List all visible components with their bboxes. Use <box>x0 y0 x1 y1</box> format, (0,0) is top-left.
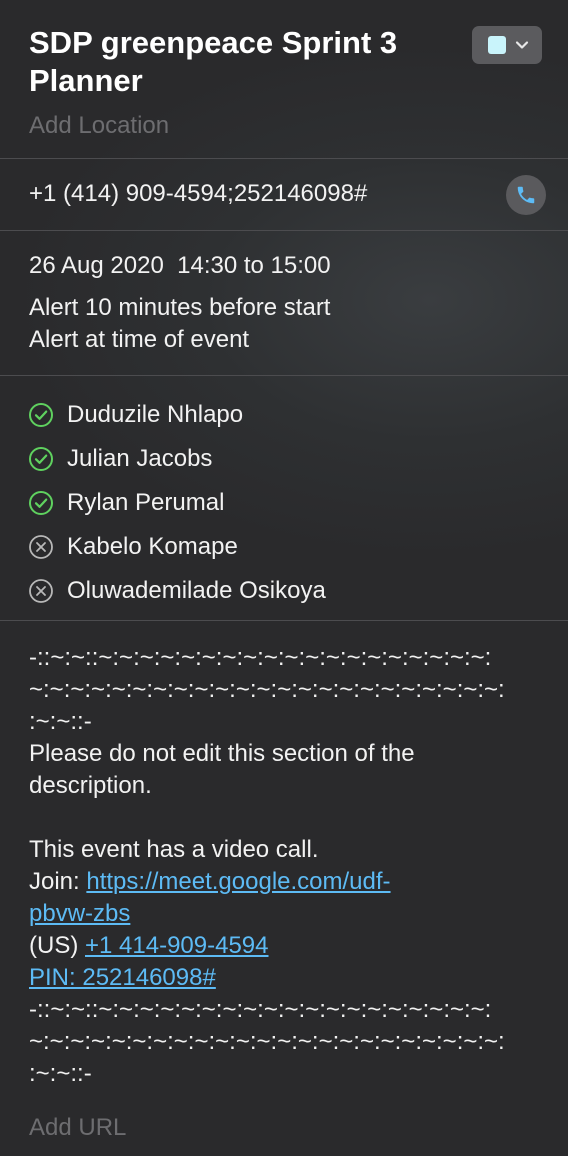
join-label: Join: <box>29 868 87 895</box>
add-url-field[interactable]: Add URL <box>29 1114 126 1142</box>
notes-warning: Please do not edit this section of the <box>29 740 415 767</box>
alert-item: Alert at time of event <box>29 326 250 353</box>
separator-line: :~:~::- <box>29 708 92 735</box>
check-circle-icon <box>29 491 53 515</box>
video-call-notice: This event has a video call. <box>29 836 319 863</box>
divider <box>0 620 568 621</box>
meet-link[interactable]: https://meet.google.com/udf- <box>86 868 390 895</box>
separator-line: -::~:~::~:~:~:~:~:~:~:~:~:~:~:~:~:~:~:~:… <box>29 996 492 1023</box>
call-button[interactable] <box>506 175 546 215</box>
phone-icon <box>517 186 535 204</box>
attendee-name: Oluwademilade Osikoya <box>67 577 326 604</box>
event-title-line-2: Planner <box>29 63 143 98</box>
calendar-color-picker[interactable] <box>472 26 542 64</box>
conference-phone-number[interactable]: +1 (414) 909-4594;252146098# <box>29 180 367 208</box>
meet-link[interactable]: pbvw-zbs <box>29 900 130 927</box>
event-title-line-1: SDP greenpeace Sprint 3 <box>29 25 398 60</box>
event-title[interactable]: SDP greenpeace Sprint 3 Planner <box>29 24 459 100</box>
chevron-down-icon <box>515 41 529 49</box>
attendee-item[interactable]: Duduzile Nhlapo <box>28 393 326 437</box>
pin-link[interactable]: PIN: 252146098# <box>29 964 216 991</box>
x-circle-icon <box>29 579 53 603</box>
event-schedule[interactable]: 26 Aug 2020 14:30 to 15:00 Alert 10 minu… <box>29 250 331 356</box>
event-notes[interactable]: -::~:~::~:~:~:~:~:~:~:~:~:~:~:~:~:~:~:~:… <box>29 642 549 1090</box>
us-phone-link[interactable]: +1 414-909-4594 <box>85 932 269 959</box>
attendee-item[interactable]: Julian Jacobs <box>28 437 326 481</box>
divider <box>0 158 568 159</box>
attendee-item[interactable]: Oluwademilade Osikoya <box>28 569 326 613</box>
us-label: (US) <box>29 932 85 959</box>
attendee-name: Rylan Perumal <box>67 489 225 516</box>
attendee-name: Julian Jacobs <box>67 445 213 472</box>
check-circle-icon <box>29 403 53 427</box>
separator-line: :~:~::- <box>29 1060 92 1087</box>
separator-line: ~:~:~:~:~:~:~:~:~:~:~:~:~:~:~:~:~:~:~:~:… <box>29 1028 505 1055</box>
attendee-item[interactable]: Kabelo Komape <box>28 525 326 569</box>
separator-line: ~:~:~:~:~:~:~:~:~:~:~:~:~:~:~:~:~:~:~:~:… <box>29 676 505 703</box>
divider <box>0 375 568 376</box>
event-detail-panel: SDP greenpeace Sprint 3 Planner Add Loca… <box>0 0 568 1156</box>
attendee-name: Duduzile Nhlapo <box>67 401 244 428</box>
calendar-color-swatch <box>488 36 506 54</box>
attendee-name: Kabelo Komape <box>67 533 238 560</box>
add-location-field[interactable]: Add Location <box>29 112 169 140</box>
attendee-list: Duduzile Nhlapo Julian Jacobs Rylan Peru… <box>28 393 326 613</box>
notes-warning: description. <box>29 772 152 799</box>
divider <box>0 230 568 231</box>
attendee-item[interactable]: Rylan Perumal <box>28 481 326 525</box>
check-circle-icon <box>29 447 53 471</box>
x-circle-icon <box>29 535 53 559</box>
separator-line: -::~:~::~:~:~:~:~:~:~:~:~:~:~:~:~:~:~:~:… <box>29 644 492 671</box>
alert-item: Alert 10 minutes before start <box>29 294 331 321</box>
event-datetime: 26 Aug 2020 14:30 to 15:00 <box>29 252 331 279</box>
